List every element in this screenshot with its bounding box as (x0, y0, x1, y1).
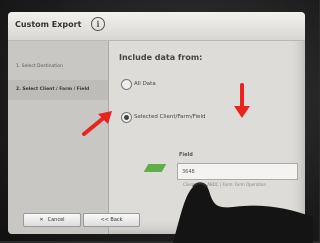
selected-client-farm-field-radio[interactable] (121, 112, 132, 123)
back-label: << Back (100, 217, 123, 223)
field-icon (143, 164, 167, 172)
all-data-radio[interactable] (121, 79, 132, 90)
sidebar-step-destination[interactable]: 1. Select Destination (8, 57, 108, 77)
red-arrow-annotation-down (234, 83, 250, 118)
sidebar-step-label: 2. Select Client / Farm / Field (16, 87, 90, 92)
field-label: Field (179, 152, 193, 158)
info-icon[interactable]: i (91, 17, 105, 31)
sidebar-step-label: 1. Select Destination (16, 64, 63, 69)
red-arrow-annotation-left (82, 111, 112, 136)
all-data-label[interactable]: All Data (134, 81, 156, 87)
back-button[interactable]: << Back (83, 213, 140, 227)
title-bar: Custom Export i (8, 12, 305, 41)
include-data-heading: Include data from: (119, 53, 203, 62)
selected-client-farm-field-label[interactable]: Selected Client/Farm/Field (134, 114, 205, 120)
window-title: Custom Export (15, 20, 82, 29)
pointing-hand (173, 182, 313, 243)
close-icon: ✕ (39, 217, 44, 223)
sidebar-step-client-farm-field[interactable]: 2. Select Client / Farm / Field (8, 80, 108, 100)
cancel-button[interactable]: ✕ Cancel (23, 213, 81, 227)
cancel-label: Cancel (47, 217, 65, 223)
